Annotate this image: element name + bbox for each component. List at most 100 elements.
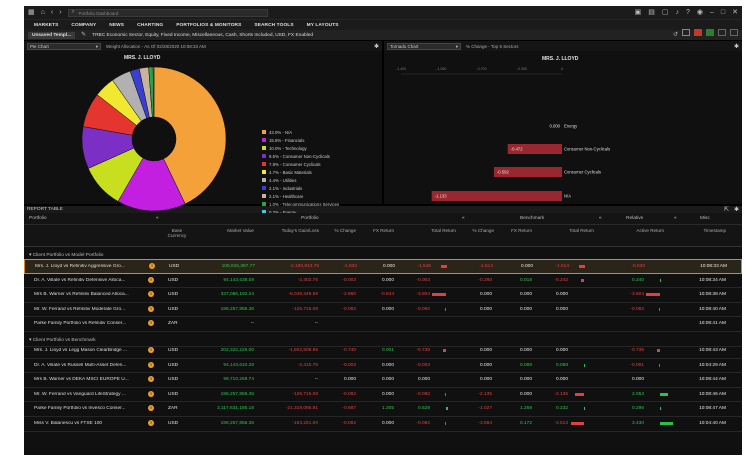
col-gain-loss[interactable]: Today's Gain/Loss — [264, 228, 319, 233]
table-row[interactable]: Mrs. J. Lloyd vs Refinitiv Aggressive Gr… — [24, 259, 742, 274]
legend-item[interactable]: 1.0% - Telecommunications Services — [262, 200, 339, 208]
menu-portfolios-monitors[interactable]: PORTFOLIOS & MONITORS — [176, 23, 241, 28]
info-icon[interactable]: ! — [148, 320, 154, 327]
legend-item[interactable]: 4.4% - Utilities — [262, 176, 339, 184]
legend-item[interactable]: 2.1% - Industrials — [262, 184, 339, 192]
minimize-icon[interactable]: – — [710, 6, 714, 19]
info-icon[interactable]: ! — [148, 346, 154, 353]
chart-type-select[interactable]: Tornado Chart — [387, 42, 461, 50]
back-icon[interactable]: ‹ — [51, 6, 53, 19]
table-row[interactable]: Dr. A. Villate vs Refinitiv Defensive Al… — [24, 274, 742, 289]
menu-markets[interactable]: MARKETS — [34, 23, 58, 28]
info-icon[interactable]: ! — [148, 305, 154, 312]
legend-item[interactable]: 9.5% - Consumer Non-Cyclicals — [262, 152, 339, 160]
menu-my-layouts[interactable]: MY LAYOUTS — [307, 23, 339, 28]
maximize-icon[interactable]: □ — [721, 6, 725, 19]
info-icon[interactable]: ! — [148, 276, 154, 283]
table-row[interactable]: Miss V. Balanescu vs FTSE 100! USD 198,257… — [24, 417, 742, 432]
info-icon[interactable]: ! — [148, 405, 154, 412]
row-bench-total-return: -2.135 — [554, 391, 568, 397]
col-fx-return[interactable]: FX Return — [362, 228, 394, 233]
user-icon[interactable]: ◉ — [697, 6, 703, 19]
legend-swatch — [262, 202, 266, 206]
legend-item[interactable]: 4.7% - Basic Materials — [262, 168, 339, 176]
settings-icon[interactable] — [718, 28, 726, 36]
row-active-return: -3.804 — [630, 292, 644, 298]
collapse-icon[interactable]: « — [462, 216, 465, 221]
table-row[interactable]: Dr. A. Villate vs Russell Multi-Asset De… — [24, 359, 742, 374]
gear-icon[interactable]: ✱ — [374, 43, 379, 50]
col-bench-fx-return[interactable]: FX Return — [502, 228, 532, 233]
menu-news[interactable]: NEWS — [109, 23, 124, 28]
collapse-icon[interactable]: « — [156, 216, 159, 221]
table-row[interactable]: Mrs B. Warner vs Refinitiv Balanced Allo… — [24, 288, 742, 303]
legend-item[interactable]: 43.0% - N/A — [262, 128, 339, 136]
info-icon[interactable]: ! — [148, 419, 154, 426]
menu-charting[interactable]: CHARTING — [137, 23, 163, 28]
legend-swatch — [262, 186, 266, 190]
help-icon[interactable]: ? — [686, 6, 690, 19]
table-row[interactable]: Parke Family Portfolio vs Refinitiv Cons… — [24, 317, 742, 332]
home-icon[interactable]: ⌂ — [41, 6, 45, 19]
grid-icon[interactable]: ▦ — [28, 6, 35, 19]
table-row[interactable]: Mr. W. Ferrand vs Refinitiv Moderate Gro… — [24, 303, 742, 318]
legend-item[interactable]: 2.1% - Healthcare — [262, 192, 339, 200]
history-icon[interactable]: ↺ — [673, 29, 678, 42]
expand-icon[interactable] — [730, 28, 738, 36]
filter-summary[interactable]: TRBC Economic Sector, Equity, Fixed Inco… — [92, 33, 313, 38]
table-row[interactable]: Mrs B. Warner vs DEKA MSCI EUROPE U...! U… — [24, 373, 742, 388]
forward-icon[interactable]: › — [59, 6, 61, 19]
export-icon[interactable]: ⇱ — [724, 206, 729, 213]
info-icon[interactable]: ! — [149, 263, 155, 269]
search-input[interactable]: Portfolio Dashboard — [67, 8, 268, 17]
col-active-return[interactable]: Active Return — [622, 228, 664, 233]
col-timestamp[interactable]: Timestamp — [686, 228, 726, 233]
col-bench-total-return[interactable]: Total Return — [552, 228, 594, 233]
chart-type-select[interactable]: Pie Chart — [27, 42, 101, 50]
main-menu: MARKETS COMPANY NEWS CHARTING PORTFOLIOS… — [24, 19, 742, 30]
window-icon[interactable]: ▣ — [635, 6, 642, 19]
edit-icon[interactable]: ✎ — [81, 29, 86, 42]
gear-icon[interactable]: ✱ — [734, 43, 739, 50]
row-active-return: 0.240 — [631, 277, 644, 283]
bell-icon[interactable]: ♪ — [675, 6, 679, 19]
col-bench-pct-change[interactable]: % Change — [464, 228, 494, 233]
info-icon[interactable]: ! — [148, 291, 154, 298]
menu-company[interactable]: COMPANY — [71, 23, 96, 28]
close-icon[interactable]: ✕ — [732, 6, 738, 19]
legend-item[interactable]: 10.0% - Technology — [262, 144, 339, 152]
row-timestamp: 10:08:43 AM — [699, 347, 726, 353]
portfolio-column-header[interactable]: Portfolio — [29, 216, 47, 221]
table-row[interactable]: Mrs. J. Lloyd vs Legg Mason ClearBridge … — [24, 344, 742, 359]
panels-icon[interactable]: ▤ — [648, 6, 655, 19]
row-bench-pct-change: 0.000 — [479, 362, 492, 368]
table-row[interactable]: Mr. W. Ferrand vs Vanguard LifeStrategy … — [24, 388, 742, 403]
legend-item[interactable]: 7.8% - Consumer Cyclicals — [262, 160, 339, 168]
row-market-value: 337,086,192.24 — [220, 292, 254, 298]
layout-name-select[interactable]: Unsaved Templ... — [28, 31, 76, 39]
chat-icon[interactable]: ▢ — [662, 6, 669, 19]
col-total-return[interactable]: Total Return — [414, 228, 456, 233]
app-window: ▦ ⌂ ‹ › Portfolio Dashboard ▣ ▤ ▢ ♪ ? ◉ … — [24, 6, 742, 455]
table-row[interactable]: Parke Family Portfolio vs Invesco Conser… — [24, 402, 742, 417]
collapse-icon[interactable]: « — [599, 216, 602, 221]
total-return-bar — [446, 407, 448, 411]
tornado-tick-label: 0 — [561, 67, 563, 71]
excel-icon[interactable] — [706, 28, 714, 36]
tornado-bar[interactable] — [431, 191, 562, 201]
gear-icon[interactable]: ✱ — [734, 206, 739, 213]
info-icon[interactable]: ! — [148, 390, 154, 397]
group-portfolio: Portfolio — [301, 216, 319, 221]
info-icon[interactable]: ! — [148, 361, 154, 368]
row-fx-return: 0.000 — [381, 420, 394, 426]
layout-icon[interactable] — [682, 28, 690, 36]
color-icon[interactable] — [694, 28, 702, 36]
menu-search-tools[interactable]: SEARCH TOOLS — [254, 23, 293, 28]
col-market-value[interactable]: Market Value — [204, 228, 254, 233]
bench-total-return-bar — [571, 421, 584, 425]
info-icon[interactable]: ! — [148, 376, 154, 383]
collapse-icon[interactable]: « — [674, 216, 677, 221]
col-base-currency[interactable]: Base Currency — [166, 228, 188, 238]
col-pct-change[interactable]: % Change — [324, 228, 356, 233]
legend-item[interactable]: 15.5% - Financials — [262, 136, 339, 144]
